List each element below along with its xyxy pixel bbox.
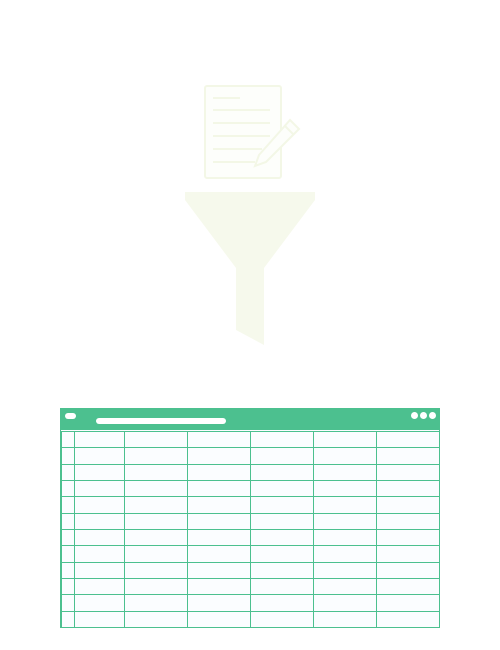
spreadsheet-window [60,408,440,628]
document-icon [204,85,282,179]
spreadsheet-grid [61,431,440,628]
funnel-icon [185,192,315,345]
filter-illustration [185,85,315,345]
